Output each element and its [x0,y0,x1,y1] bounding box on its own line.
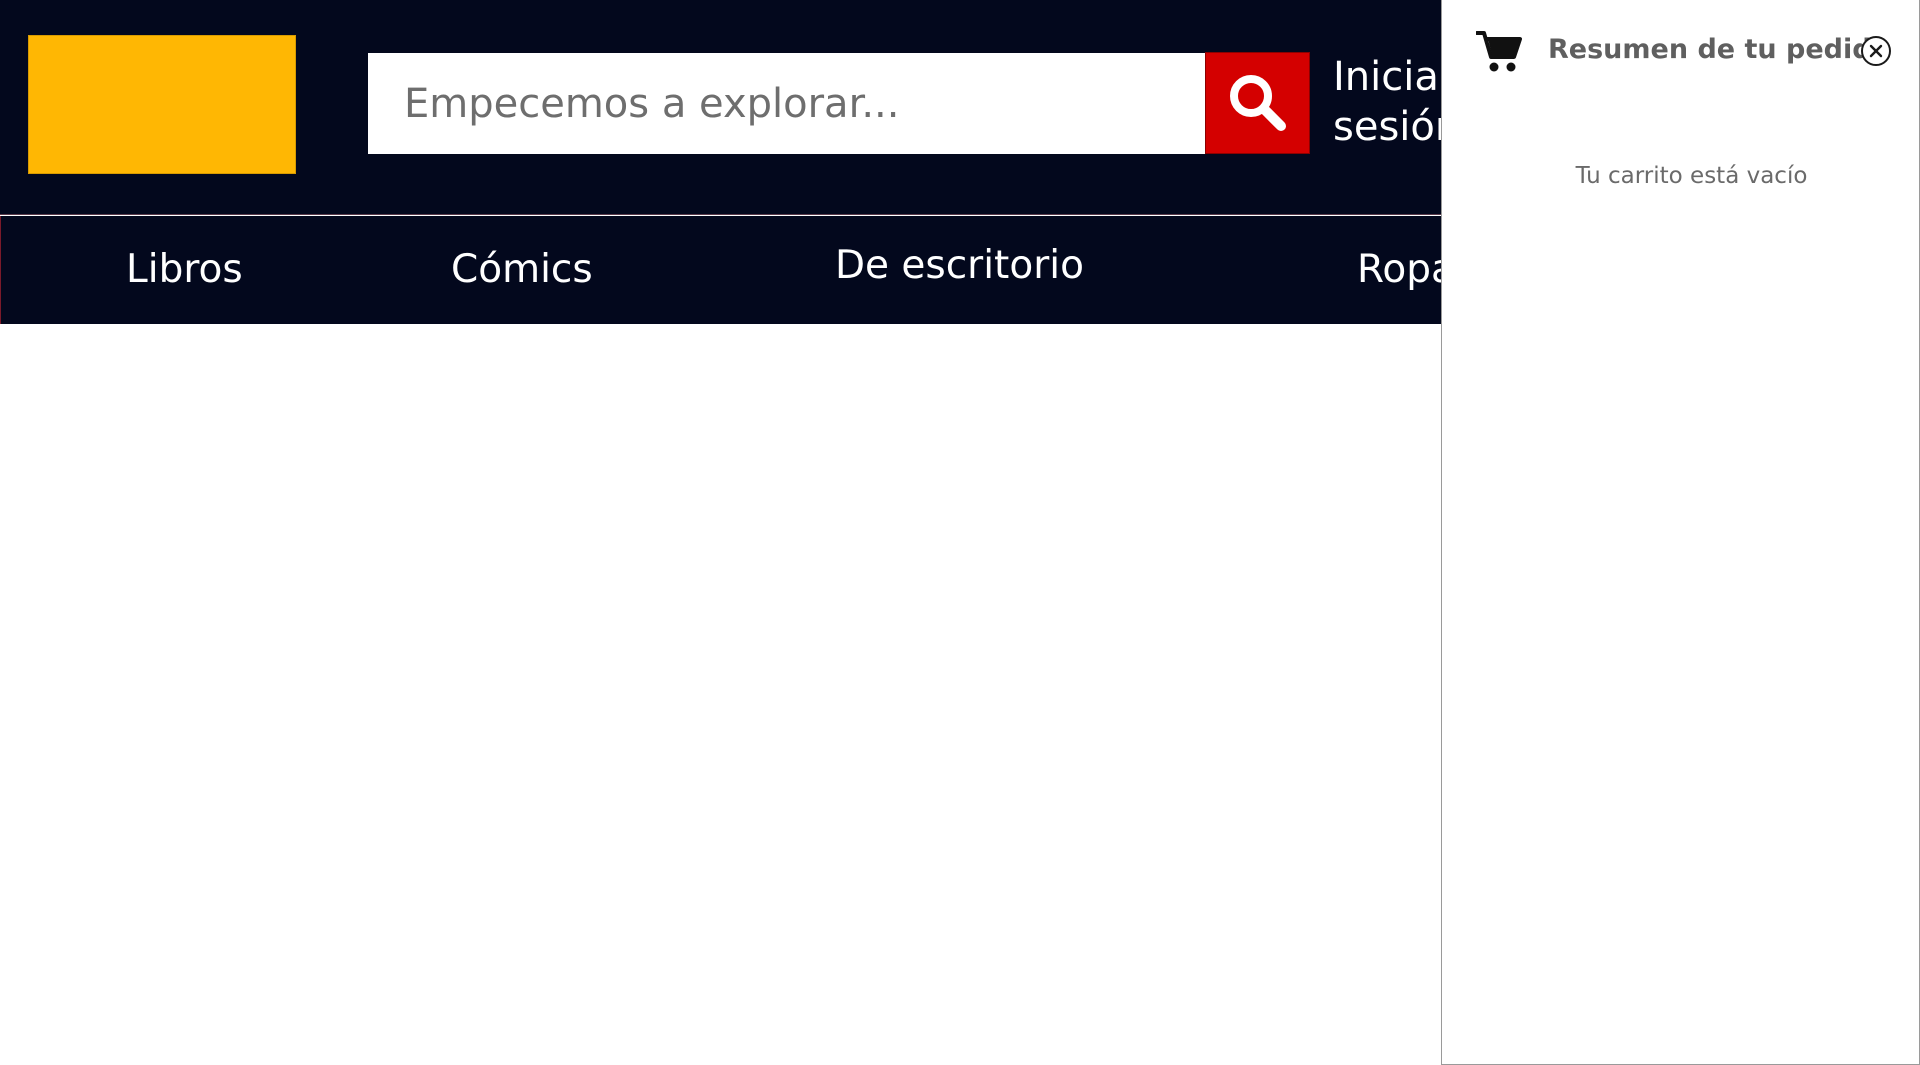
search-icon [1226,71,1290,135]
site-logo[interactable] [28,35,296,174]
page: Inicia sesión Libros Cómics De escritori… [0,0,1920,1065]
nav-item-desktop[interactable]: De escritorio [835,212,1084,320]
cart-title: Resumen de tu pedido [1548,34,1891,65]
close-icon [1869,44,1883,58]
cart-panel: Resumen de tu pedido Tu carrito está vac… [1441,0,1920,1065]
cart-empty-message: Tu carrito está vacío [1575,163,1808,189]
close-cart-button[interactable] [1861,36,1891,66]
nav-item-comics[interactable]: Cómics [451,216,593,324]
shopping-cart-icon [1475,29,1522,73]
search-button[interactable] [1205,52,1310,154]
nav-item-books[interactable]: Libros [126,216,243,324]
search-input[interactable] [368,53,1205,154]
